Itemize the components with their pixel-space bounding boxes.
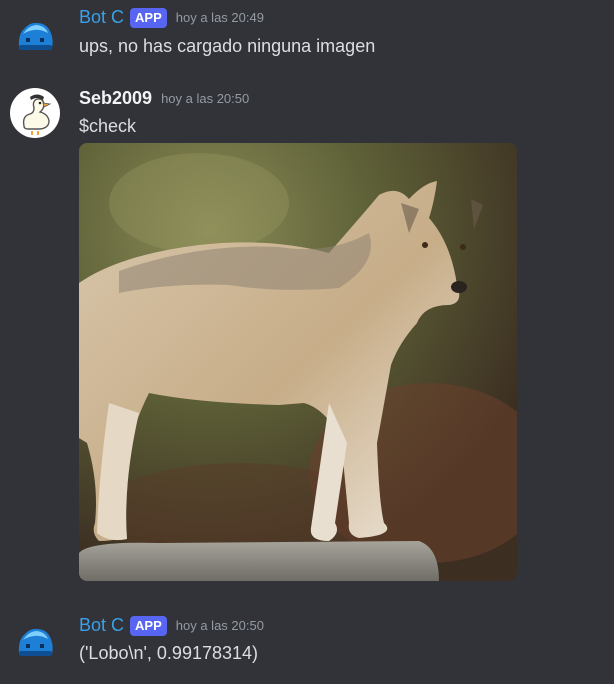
message-text: ups, no has cargado ninguna imagen: [79, 36, 376, 56]
timestamp[interactable]: hoy a las 20:50: [161, 91, 249, 106]
message-header: Bot C APP hoy a las 20:50: [79, 615, 264, 636]
message-header: Bot C APP hoy a las 20:49: [79, 7, 264, 28]
author-name[interactable]: Bot C: [79, 7, 124, 28]
message-header: Seb2009 hoy a las 20:50: [79, 88, 249, 109]
author-name[interactable]: Bot C: [79, 615, 124, 636]
image-attachment[interactable]: [79, 143, 517, 581]
message-bot-1: Bot C APP hoy a las 20:49 ups, no has ca…: [0, 0, 614, 70]
app-badge: APP: [130, 615, 167, 636]
timestamp[interactable]: hoy a las 20:49: [176, 10, 264, 25]
message-text: ('Lobo\n', 0.99178314): [79, 643, 259, 663]
message-text: $check: [79, 116, 137, 136]
timestamp[interactable]: hoy a las 20:50: [176, 618, 264, 633]
bot-avatar[interactable]: [10, 616, 60, 666]
duck-icon: [22, 94, 52, 135]
blue-slime-icon: [18, 628, 53, 656]
bot-avatar[interactable]: [10, 10, 60, 60]
wolf-photo: [79, 143, 517, 581]
author-name[interactable]: Seb2009: [79, 88, 152, 109]
message-bot-2: Bot C APP hoy a las 20:50 ('Lobo\n', 0.9…: [0, 606, 614, 684]
blue-slime-icon: [18, 22, 53, 50]
user-avatar[interactable]: [10, 88, 60, 138]
app-badge: APP: [130, 7, 167, 28]
